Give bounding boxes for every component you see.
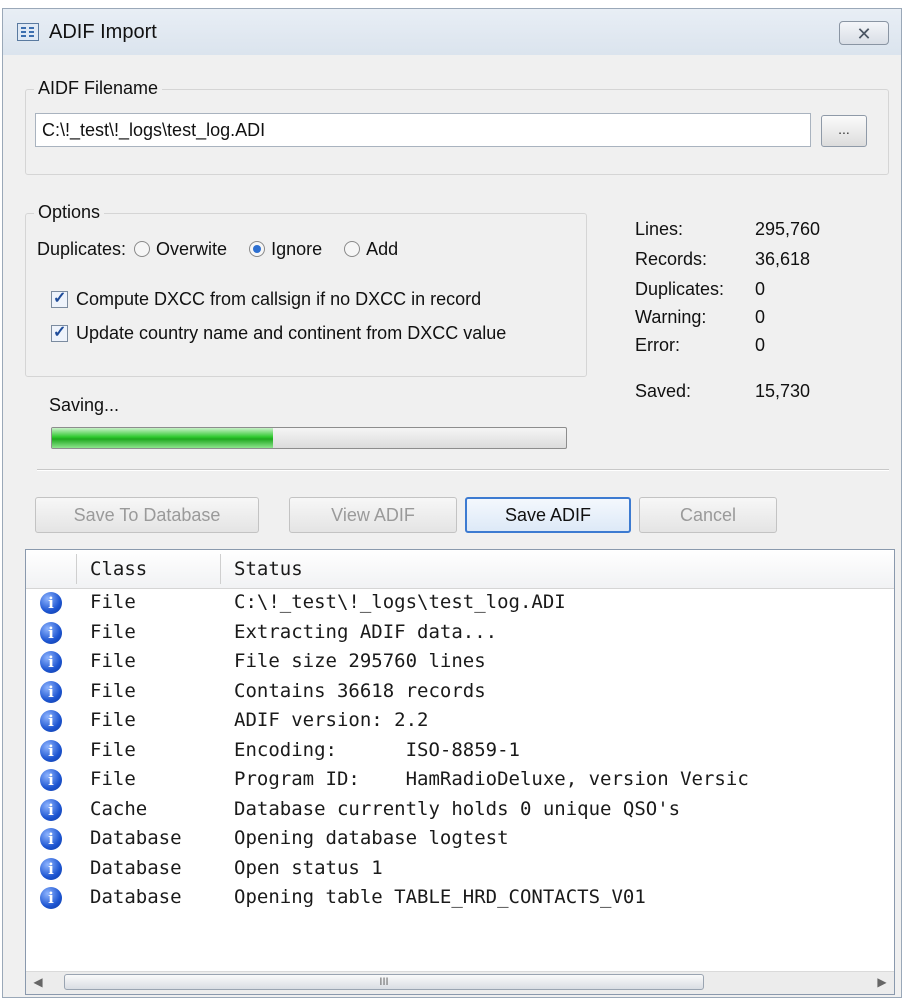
column-separator[interactable] — [76, 554, 77, 584]
log-row[interactable]: i Cache Database currently holds 0 unique … — [26, 797, 894, 826]
log-row-class: File — [90, 591, 136, 613]
scrollbar-thumb[interactable]: III — [64, 974, 704, 990]
info-icon: i — [40, 798, 62, 821]
saved-value: 15,730 — [755, 381, 811, 401]
options-group-legend: Options — [34, 202, 105, 223]
filename-group-legend: AIDF Filename — [34, 78, 163, 99]
compute-dxcc-option[interactable]: Compute DXCC from callsign if no DXCC in… — [51, 288, 481, 310]
info-icon: i — [40, 621, 62, 644]
ignore-label[interactable]: Ignore — [271, 239, 322, 259]
add-label[interactable]: Add — [366, 239, 398, 259]
column-separator[interactable] — [220, 554, 221, 584]
scroll-left-icon[interactable]: ◀ — [30, 974, 46, 990]
lines-value: 295,760 — [755, 219, 821, 239]
overwrite-label[interactable]: Overwite — [156, 239, 227, 259]
log-row[interactable]: i File Encoding: ISO-8859-1 — [26, 738, 894, 767]
error-label: Error: — [635, 335, 680, 355]
app-icon — [17, 23, 39, 41]
update-country-checkbox[interactable] — [51, 322, 68, 342]
info-icon: i — [40, 828, 62, 850]
log-row-class: Database — [90, 856, 182, 879]
log-row[interactable]: i File Contains 36618 records — [26, 679, 894, 708]
add-radio[interactable] — [344, 241, 361, 257]
title-bar[interactable]: ADIF Import ✕ — [3, 9, 901, 55]
scroll-right-icon[interactable]: ▶ — [874, 974, 890, 990]
log-row-class: File — [90, 768, 136, 790]
log-row-status: Extracting ADIF data... — [234, 620, 498, 643]
log-row-status: C:\!_test\!_logs\test_log.ADI — [234, 591, 566, 613]
records-value: 36,618 — [755, 249, 811, 269]
log-row-class: File — [90, 679, 136, 702]
log-row-status: Program ID: HamRadioDeluxe, version Vers… — [234, 768, 749, 790]
log-row[interactable]: i File Extracting ADIF data... — [26, 620, 894, 649]
overwrite-radio[interactable] — [134, 241, 151, 257]
log-row-class: File — [90, 709, 136, 731]
filename-input[interactable]: C:\!_test\!_logs\test_log.ADI — [35, 113, 811, 147]
log-row-status: Opening table TABLE_HRD_CONTACTS_V01 — [234, 886, 646, 908]
log-header: Class Status — [26, 550, 894, 589]
progress-label: Saving... — [49, 395, 120, 415]
log-row-status: Encoding: ISO-8859-1 — [234, 738, 520, 761]
info-icon: i — [40, 739, 62, 762]
log-row[interactable]: i File Program ID: HamRadioDeluxe, version… — [26, 767, 894, 796]
close-button[interactable]: ✕ — [839, 21, 889, 45]
duplicates-label: Duplicates: — [37, 239, 127, 259]
log-row-status: File size 295760 lines — [234, 650, 486, 672]
column-header-status[interactable]: Status — [234, 558, 303, 580]
view-adif-button[interactable]: View ADIF — [289, 497, 457, 533]
divider — [37, 469, 889, 471]
lines-label: Lines: — [635, 219, 684, 239]
duplicates-row: Duplicates: Overwite Ignore Add — [37, 239, 398, 260]
duplicates-stat-label: Duplicates: — [635, 279, 725, 299]
browse-button[interactable]: ... — [821, 115, 867, 147]
adif-import-window: ADIF Import ✕ AIDF Filename C:\!_test\!_… — [2, 8, 902, 998]
save-adif-button[interactable]: Save ADIF — [465, 497, 631, 533]
info-icon: i — [40, 651, 62, 673]
log-row-class: File — [90, 620, 136, 643]
cancel-button[interactable]: Cancel — [639, 497, 777, 533]
log-row-class: File — [90, 738, 136, 761]
log-row-status: Contains 36618 records — [234, 679, 486, 702]
info-icon: i — [40, 710, 62, 732]
update-country-label[interactable]: Update country name and continent from D… — [76, 323, 506, 343]
horizontal-scrollbar[interactable]: ◀ III ▶ — [26, 971, 894, 994]
log-row-status: Opening database logtest — [234, 827, 509, 849]
ignore-radio[interactable] — [249, 241, 266, 257]
duplicates-stat-value: 0 — [755, 279, 766, 299]
saved-label: Saved: — [635, 381, 692, 401]
info-icon: i — [40, 592, 62, 614]
log-row-status: ADIF version: 2.2 — [234, 709, 429, 731]
log-row-class: Database — [90, 886, 182, 908]
log-row[interactable]: i File File size 295760 lines — [26, 649, 894, 678]
update-country-option[interactable]: Update country name and continent from D… — [51, 322, 506, 344]
log-row-class: Cache — [90, 797, 148, 820]
log-row-class: Database — [90, 827, 182, 849]
window-title: ADIF Import — [49, 21, 157, 43]
progress-bar-fill — [52, 428, 274, 448]
log-row-status: Database currently holds 0 unique QSO's — [234, 797, 681, 820]
info-icon: i — [40, 769, 62, 791]
log-row[interactable]: i Database Opening database logtest — [26, 826, 894, 855]
progress-bar — [51, 427, 567, 449]
error-value: 0 — [755, 335, 766, 355]
warning-label: Warning: — [635, 307, 707, 327]
log-row[interactable]: i Database Opening table TABLE_HRD_CONTACT… — [26, 885, 894, 914]
log-row[interactable]: i File ADIF version: 2.2 — [26, 708, 894, 737]
save-to-database-button[interactable]: Save To Database — [35, 497, 259, 533]
info-icon: i — [40, 680, 62, 703]
log-row[interactable]: i Database Open status 1 — [26, 856, 894, 885]
log-row[interactable]: i File C:\!_test\!_logs\test_log.ADI — [26, 590, 894, 619]
column-header-class[interactable]: Class — [90, 558, 147, 580]
compute-dxcc-checkbox[interactable] — [51, 288, 68, 308]
compute-dxcc-label[interactable]: Compute DXCC from callsign if no DXCC in… — [76, 289, 481, 309]
log-row-status: Open status 1 — [234, 856, 383, 879]
log-list[interactable]: Class Status i File C:\!_test\!_logs\test_… — [25, 549, 895, 995]
warning-value: 0 — [755, 307, 766, 327]
records-label: Records: — [635, 249, 708, 269]
info-icon: i — [40, 887, 62, 909]
info-icon: i — [40, 857, 62, 880]
log-row-class: File — [90, 650, 136, 672]
